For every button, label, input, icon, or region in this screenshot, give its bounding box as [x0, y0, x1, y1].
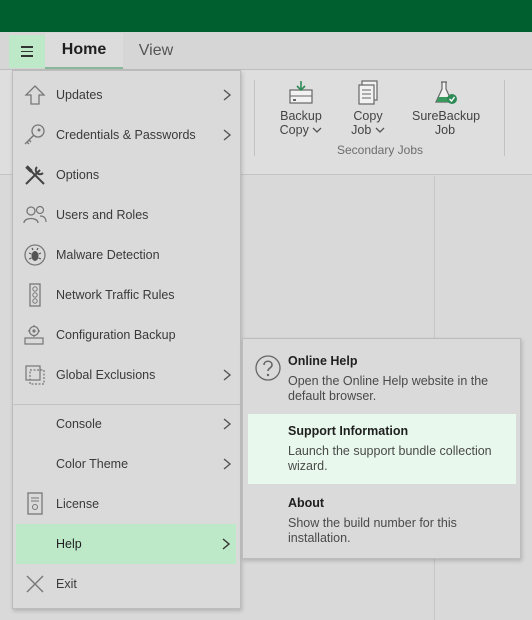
backup-copy-icon — [289, 81, 313, 104]
tab-home[interactable]: Home — [45, 33, 123, 69]
menu-item-label: Options — [56, 168, 100, 182]
copy-job-label-2: Job — [351, 123, 372, 137]
traffic-light-icon — [22, 283, 48, 307]
hamburger-icon-line — [21, 50, 33, 53]
menu-item-exit[interactable]: Exit — [12, 564, 241, 604]
question-circle-icon — [255, 355, 281, 381]
submenu-item-about[interactable]: About Show the build number for this ins… — [248, 486, 516, 554]
copy-job-label-1: Copy — [353, 109, 383, 123]
submenu-item-description: Show the build number for this installat… — [288, 516, 457, 545]
backup-copy-label-1: Backup — [280, 109, 322, 123]
bug-icon — [22, 243, 48, 267]
submenu-item-description: Open the Online Help website in the defa… — [288, 374, 489, 403]
backup-copy-button[interactable]: Backup Copy — [274, 80, 328, 137]
chevron-right-icon — [223, 369, 232, 381]
ribbon-group-label: Secondary Jobs — [336, 143, 424, 157]
menu-item-label: Configuration Backup — [56, 328, 176, 342]
submenu-item-online-help[interactable]: Online Help Open the Online Help website… — [248, 344, 516, 412]
menu-item-configuration-backup[interactable]: Configuration Backup — [12, 315, 241, 355]
surebackup-job-button[interactable]: SureBackup Job — [412, 80, 481, 137]
menu-item-console[interactable]: Console — [12, 404, 241, 444]
chevron-right-icon — [222, 538, 231, 550]
submenu-item-title: About — [288, 496, 325, 510]
hamburger-icon-line — [21, 46, 33, 48]
submenu-item-support-information[interactable]: Support Information Launch the support b… — [248, 414, 516, 484]
chevron-right-icon — [223, 418, 232, 430]
chevron-right-icon — [223, 89, 232, 101]
title-bar — [0, 0, 532, 32]
menu-item-network-traffic[interactable]: Network Traffic Rules — [12, 275, 241, 315]
chevron-right-icon — [223, 458, 232, 470]
menu-item-malware-detection[interactable]: Malware Detection — [12, 235, 241, 275]
exclusions-icon — [22, 363, 48, 387]
key-icon — [22, 123, 48, 147]
tools-icon — [22, 163, 48, 187]
submenu-item-title: Support Information — [288, 424, 409, 438]
license-icon — [22, 492, 48, 516]
chevron-right-icon — [223, 129, 232, 141]
chevron-down-icon — [312, 127, 322, 133]
submenu-item-title: Online Help — [288, 354, 358, 368]
chevron-down-icon — [375, 127, 385, 133]
menu-item-label: Global Exclusions — [56, 368, 156, 382]
menu-item-label: Credentials & Passwords — [56, 128, 196, 142]
hamburger-icon-line — [21, 55, 33, 57]
menu-item-label: Malware Detection — [56, 248, 160, 262]
config-backup-icon — [22, 323, 48, 347]
menu-item-license[interactable]: License — [12, 484, 241, 524]
menu-item-label: Network Traffic Rules — [56, 288, 175, 302]
menu-item-options[interactable]: Options — [12, 155, 241, 195]
menu-item-label: License — [56, 497, 100, 511]
menu-item-label: Help — [56, 537, 82, 551]
menu-item-label: Users and Roles — [56, 208, 149, 222]
close-x-icon — [22, 572, 48, 596]
menu-item-color-theme[interactable]: Color Theme — [12, 444, 241, 484]
copy-job-icon — [358, 80, 378, 105]
surebackup-label-1: SureBackup — [412, 109, 481, 123]
menu-item-label: Color Theme — [56, 457, 129, 471]
menu-item-label: Updates — [56, 88, 103, 102]
menu-item-credentials[interactable]: Credentials & Passwords — [12, 115, 241, 155]
surebackup-flask-icon — [435, 81, 457, 104]
menu-item-help[interactable]: Help — [16, 524, 236, 564]
menu-item-global-exclusions[interactable]: Global Exclusions — [12, 355, 241, 395]
tab-view[interactable]: View — [123, 33, 189, 69]
menu-item-updates[interactable]: Updates — [12, 75, 241, 115]
menu-item-label: Console — [56, 417, 102, 431]
backup-copy-label-2: Copy — [279, 123, 309, 137]
surebackup-label-2: Job — [434, 123, 456, 137]
submenu-item-description: Launch the support bundle collection wiz… — [288, 444, 492, 473]
menu-item-label: Exit — [56, 577, 77, 591]
users-icon — [22, 203, 48, 227]
main-menu-button[interactable] — [9, 35, 45, 68]
upload-arrow-icon — [22, 83, 48, 107]
copy-job-button[interactable]: Copy Job — [346, 80, 390, 137]
menu-item-users-roles[interactable]: Users and Roles — [12, 195, 241, 235]
